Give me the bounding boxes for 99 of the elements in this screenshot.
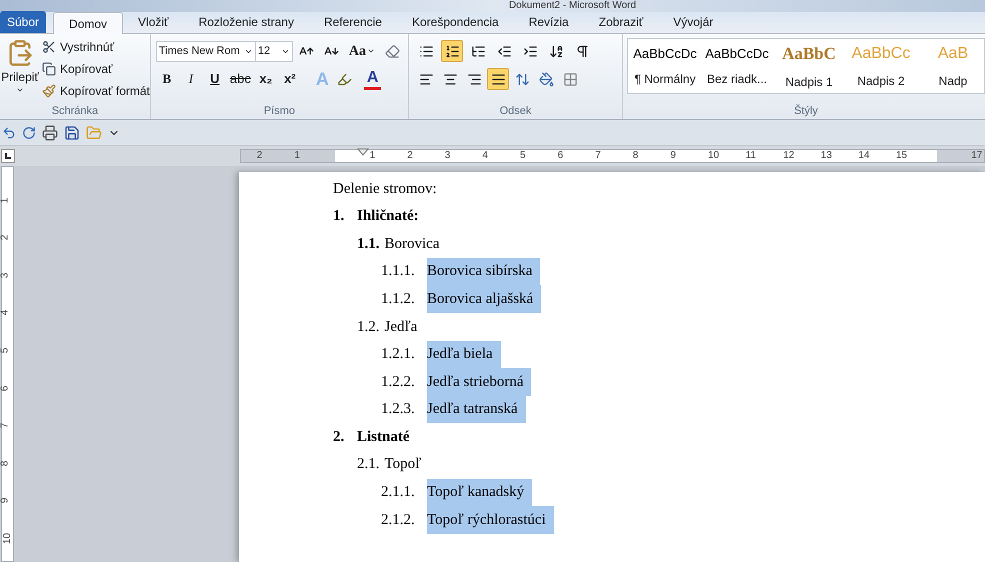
ruler-number: 3 (444, 150, 450, 162)
style-item[interactable]: AaB Nadp (922, 42, 984, 90)
font-size-field[interactable]: 12 (254, 40, 293, 62)
ruler-number: 6 (558, 150, 564, 162)
ribbon-tab[interactable]: Vývojár (658, 11, 728, 33)
group-label: Schránka (52, 104, 98, 119)
redo-icon[interactable] (22, 126, 36, 140)
group-label: Písmo (264, 104, 296, 119)
ribbon-tab[interactable]: Revízia (514, 11, 584, 33)
scissors-icon (42, 40, 56, 54)
ruler-number: 2 (256, 150, 262, 162)
ribbon-tab[interactable]: Vložiť (123, 11, 184, 33)
ruler-number: 10 (2, 532, 14, 544)
ruler-number: 1 (370, 150, 376, 162)
list-item-text: Jedľa biela (427, 340, 501, 368)
format-button[interactable]: U (204, 68, 226, 90)
copy-icon (42, 62, 56, 76)
ruler-number: 2 (0, 234, 10, 240)
font-name-field[interactable]: Times New Rom (156, 40, 256, 62)
undo-icon[interactable] (2, 126, 16, 140)
font-color-button[interactable]: A (364, 68, 382, 90)
align-icon[interactable] (487, 68, 509, 90)
list-number: 1.2. (357, 318, 380, 337)
ruler-number: 1 (0, 197, 10, 203)
ruler-number: 3 (0, 272, 10, 278)
numbering-icon[interactable] (441, 40, 463, 62)
format-button[interactable]: B (156, 68, 178, 90)
list-number: 2.1.2. (381, 510, 416, 530)
list-number: 1.2.3. (381, 400, 416, 420)
list-item-text: Topoľ kanadský (427, 478, 532, 506)
caret-icon (367, 47, 375, 55)
printer-icon[interactable] (42, 124, 58, 140)
ruler-number: 12 (783, 150, 794, 162)
tab-selector[interactable] (1, 149, 15, 163)
ribbon-tab[interactable]: Referencie (308, 11, 397, 33)
list-number: 2. (333, 428, 346, 447)
ruler-number: 6 (0, 385, 10, 391)
ruler-number: 7 (0, 422, 10, 428)
list-number: 2.1. (357, 455, 380, 474)
indent-marker-icon[interactable] (356, 148, 369, 156)
list-item-text: Borovica sibírska (427, 258, 540, 286)
ruler-number: 1 (294, 150, 300, 162)
list-item-text: Borovica aljašská (427, 285, 542, 313)
ruler-number: 9 (0, 498, 10, 504)
style-item[interactable]: AaBbCc Nadpis 2 (850, 42, 912, 90)
list-item-text: Jedľa tatranská (427, 396, 526, 424)
copy-button[interactable]: Kopírovať (42, 60, 150, 78)
ribbon-tab[interactable]: Rozloženie strany (184, 11, 309, 33)
ribbon-tab[interactable]: Domov (53, 12, 124, 34)
format-button[interactable]: I (180, 68, 202, 90)
style-item[interactable]: AaBbCcDc ¶ Normálny (634, 44, 696, 88)
ruler-number: 7 (595, 150, 601, 162)
list-number: 1. (333, 207, 346, 226)
style-item[interactable]: AaBbCcDc Bez riadk... (706, 44, 768, 88)
group-label: Odsek (500, 104, 532, 119)
list-number: 1.1. (357, 234, 380, 254)
list-number: 1.2.2. (381, 372, 416, 392)
format-button[interactable]: x² (278, 68, 301, 90)
save-icon[interactable] (64, 124, 80, 140)
cut-button[interactable]: Vystrihnúť (42, 38, 150, 56)
window-title: Dokument2 - Microsoft Word (508, 0, 636, 11)
list-number: 1.2.1. (381, 345, 416, 364)
ruler-number: 5 (0, 348, 10, 354)
file-tab[interactable]: Súbor (0, 11, 46, 33)
ruler-number: 13 (820, 150, 832, 162)
paste-button[interactable]: Prilepiť (0, 38, 40, 103)
ruler-number: 4 (482, 150, 488, 162)
ruler-number: 10 (708, 150, 720, 162)
ruler-number: 15 (896, 150, 908, 162)
list-item-text: Ihličnaté: (357, 207, 419, 226)
format-button[interactable]: abc (228, 68, 253, 90)
ruler-number: 17 (971, 150, 982, 162)
document-heading: Delenie stromov: (333, 180, 437, 199)
list-item-text: Jedľa strieborná (427, 368, 532, 396)
ruler-number: 8 (0, 460, 10, 466)
ribbon-tab[interactable]: Korešpondencia (396, 11, 514, 33)
paintbrush-icon (42, 84, 56, 98)
ruler-number: 8 (632, 150, 638, 162)
ruler-number: 9 (670, 150, 676, 162)
list-number: 1.1.1. (381, 262, 416, 282)
ruler-number: 11 (746, 150, 756, 162)
change-case-button[interactable]: Aa (346, 40, 378, 62)
ruler-number: 14 (858, 150, 870, 162)
format-painter-button[interactable]: Kopírovať formát (42, 82, 150, 100)
list-item-text: Listnaté (357, 428, 410, 447)
list-number: 2.1.1. (381, 483, 416, 502)
caret-icon (16, 86, 24, 94)
ribbon-tab[interactable]: Zobraziť (584, 11, 658, 33)
style-item[interactable]: AaBbC Nadpis 1 (778, 41, 840, 91)
list-item-text: Borovica (384, 234, 440, 254)
list-item-text: Topoľ rýchlorastúci (427, 506, 554, 534)
format-button[interactable]: x₂ (254, 68, 277, 90)
ruler-number: 4 (0, 310, 10, 316)
list-number: 1.1.2. (381, 290, 416, 309)
ruler-number: 2 (407, 150, 413, 162)
list-item-text: Topoľ (384, 455, 422, 474)
ruler-number: 5 (520, 150, 526, 162)
group-label: Štýly (794, 103, 818, 119)
list-item-text: Jedľa (384, 318, 418, 337)
